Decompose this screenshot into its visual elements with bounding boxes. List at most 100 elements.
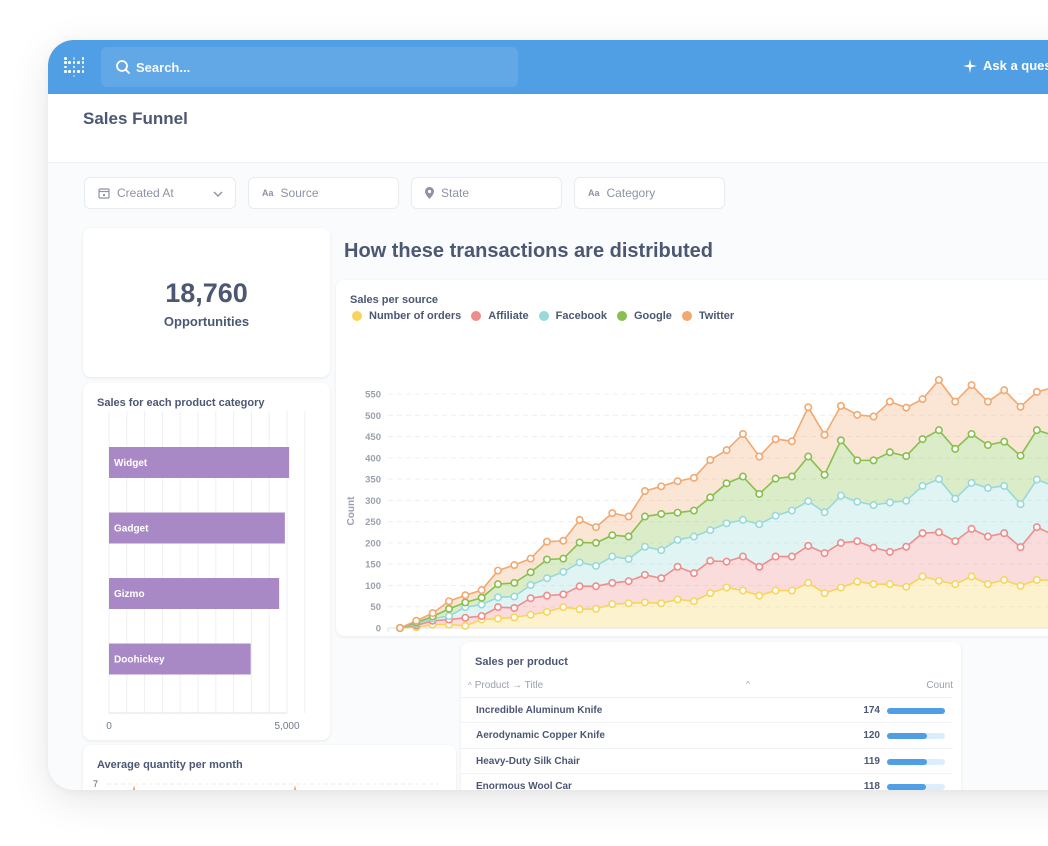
data-point xyxy=(934,576,943,585)
product-title: Aerodynamic Copper Knife xyxy=(476,730,605,742)
line-peak xyxy=(293,785,297,790)
logo-dot xyxy=(72,61,76,64)
avg-quantity-card[interactable]: Average quantity per month 7 xyxy=(83,745,456,790)
data-point xyxy=(804,403,813,412)
logo-dot xyxy=(64,57,67,60)
data-point xyxy=(967,429,976,438)
data-point xyxy=(608,509,617,518)
data-point xyxy=(640,512,649,521)
product-title: Incredible Aluminum Knife xyxy=(476,705,603,716)
data-point xyxy=(983,441,992,450)
chevron-down-icon xyxy=(213,186,223,200)
data-point xyxy=(444,612,453,621)
data-point xyxy=(787,472,796,481)
column-header-count[interactable]: Count xyxy=(926,680,953,691)
product-title: Enormous Wool Car xyxy=(476,780,572,790)
column-header-title[interactable]: ^ Product → Title xyxy=(468,680,543,691)
data-point xyxy=(951,537,960,546)
data-point xyxy=(820,430,829,439)
data-point xyxy=(542,591,551,600)
data-point xyxy=(983,532,992,541)
y-tick-label: 50 xyxy=(370,602,381,613)
data-point xyxy=(526,554,535,563)
data-point xyxy=(493,580,502,589)
bar-label: Widget xyxy=(114,458,148,469)
avg-quantity-chart: 7 xyxy=(93,779,438,790)
filter-source[interactable]: Aa Source xyxy=(248,177,399,209)
sort-icon[interactable]: ^ xyxy=(746,680,750,689)
count-bar-track xyxy=(887,758,945,765)
data-point xyxy=(591,582,600,591)
data-point xyxy=(444,597,453,606)
data-point xyxy=(510,604,519,613)
data-point xyxy=(510,578,519,587)
data-point xyxy=(1000,481,1009,490)
search-placeholder: Search... xyxy=(136,59,191,75)
table-row[interactable]: Enormous Wool Car 118 xyxy=(461,772,953,790)
data-point xyxy=(820,508,829,517)
data-point xyxy=(902,452,911,461)
data-point xyxy=(591,561,600,570)
data-point xyxy=(771,511,780,520)
table-row[interactable]: Aerodynamic Copper Knife 120 xyxy=(461,722,953,748)
data-point xyxy=(608,531,617,540)
data-point xyxy=(559,567,568,576)
data-point xyxy=(836,538,845,547)
data-point xyxy=(738,552,747,561)
data-point xyxy=(608,578,617,587)
data-point xyxy=(967,524,976,533)
data-point xyxy=(624,599,633,608)
data-point xyxy=(706,526,715,535)
x-tick-label: January, 2017 xyxy=(533,635,595,636)
data-point xyxy=(608,600,617,609)
data-point xyxy=(673,535,682,544)
data-point xyxy=(428,609,437,618)
data-point xyxy=(951,494,960,503)
table-row[interactable]: Heavy-Duty Silk Chair 119 xyxy=(461,747,953,774)
data-point xyxy=(804,578,813,587)
logo-dot xyxy=(81,70,85,73)
app-window: Search... Ask a questi Sales Funnel Crea… xyxy=(48,40,1048,790)
data-point xyxy=(951,580,960,589)
data-point xyxy=(885,448,894,457)
filter-state[interactable]: State xyxy=(411,177,562,209)
data-point xyxy=(967,381,976,390)
data-point xyxy=(575,538,584,547)
data-point xyxy=(918,529,927,538)
data-point xyxy=(624,555,633,564)
card-title: Sales per product xyxy=(475,656,568,668)
data-point xyxy=(493,614,502,623)
metabase-logo-icon[interactable] xyxy=(64,57,86,79)
data-point xyxy=(820,470,829,479)
sales-per-source-chart: 0 50 100 150 200 250 300 350 400 450 500 550 Count Ja… xyxy=(346,375,1048,636)
data-point xyxy=(657,546,666,555)
data-point xyxy=(1000,437,1009,446)
table-row[interactable]: Incredible Aluminum Knife 174 xyxy=(461,697,953,723)
data-point xyxy=(738,515,747,524)
data-point xyxy=(657,599,666,608)
data-point xyxy=(967,572,976,581)
data-point xyxy=(673,508,682,517)
y-tick-label: 100 xyxy=(365,581,381,592)
opportunities-card[interactable]: 18,760 Opportunities xyxy=(83,228,330,377)
ask-question-button[interactable]: Ask a questi xyxy=(963,58,1048,73)
data-point xyxy=(787,506,796,515)
category-bar-card[interactable]: Sales for each product category Widget Ga… xyxy=(83,383,330,740)
filter-category[interactable]: Aa Category xyxy=(574,177,725,209)
sales-per-product-card[interactable]: Sales per product ^ Product → Title ^ Cou… xyxy=(461,642,961,790)
data-point xyxy=(755,591,764,600)
count-bar-track xyxy=(887,708,945,714)
data-point xyxy=(1032,575,1041,584)
search-bar[interactable]: Search... xyxy=(101,47,518,87)
data-point xyxy=(657,574,666,583)
data-point xyxy=(738,429,747,438)
data-point xyxy=(412,616,421,625)
data-point xyxy=(689,569,698,578)
data-point xyxy=(836,436,845,445)
filter-created-at[interactable]: Created At xyxy=(84,177,236,209)
data-point xyxy=(542,555,551,564)
product-count: 174 xyxy=(863,705,880,716)
data-point xyxy=(706,589,715,598)
sales-per-source-card[interactable]: Sales per source Number of orders Affilia… xyxy=(336,280,1048,636)
data-point xyxy=(722,519,731,528)
